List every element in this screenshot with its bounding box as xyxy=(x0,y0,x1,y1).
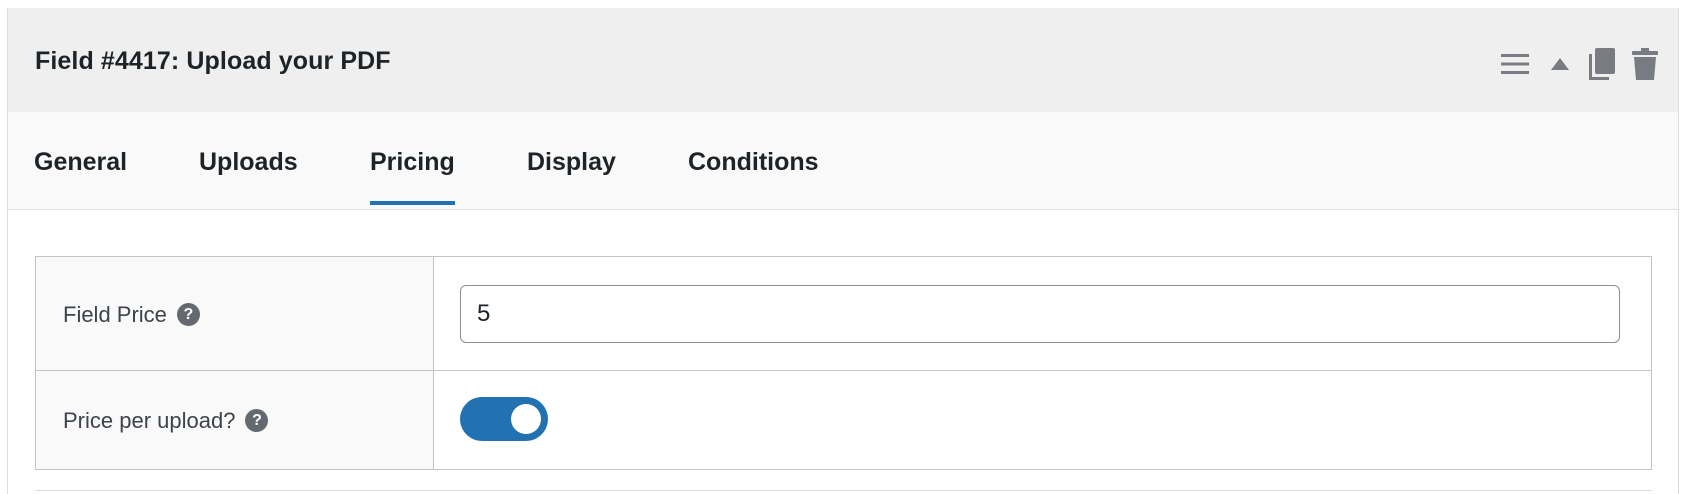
help-icon[interactable]: ? xyxy=(245,408,269,432)
tab-general[interactable]: General xyxy=(34,148,127,177)
duplicate-icon[interactable] xyxy=(1588,44,1616,84)
toggle-knob xyxy=(511,404,541,434)
price-per-upload-label-cell: Price per upload?? xyxy=(36,371,434,469)
tab-uploads[interactable]: Uploads xyxy=(199,148,298,177)
menu-icon[interactable] xyxy=(1500,44,1530,84)
field-price-label: Field Price xyxy=(63,302,167,327)
tab-conditions[interactable]: Conditions xyxy=(688,148,819,177)
field-panel: Field #4417: Upload your PDF General Upl… xyxy=(7,8,1679,494)
help-icon[interactable]: ? xyxy=(176,302,200,326)
divider xyxy=(35,490,1652,491)
price-per-upload-toggle[interactable] xyxy=(460,397,548,441)
arrow-up-icon[interactable] xyxy=(1550,44,1570,84)
price-per-upload-label: Price per upload? xyxy=(63,408,236,433)
trash-icon[interactable] xyxy=(1632,44,1658,84)
tab-display[interactable]: Display xyxy=(527,148,616,177)
tab-pricing[interactable]: Pricing xyxy=(370,148,455,205)
pricing-settings-table: Field Price? Price per upload?? xyxy=(35,256,1652,470)
tab-bar: General Uploads Pricing Display Conditio… xyxy=(8,112,1678,210)
header-actions xyxy=(1500,44,1658,84)
field-header: Field #4417: Upload your PDF xyxy=(8,8,1678,112)
field-price-label-cell: Field Price? xyxy=(36,257,434,370)
field-price-input[interactable] xyxy=(460,285,1620,343)
price-per-upload-row: Price per upload?? xyxy=(36,371,1651,469)
field-title: Field #4417: Upload your PDF xyxy=(35,47,391,75)
field-price-row: Field Price? xyxy=(36,257,1651,371)
